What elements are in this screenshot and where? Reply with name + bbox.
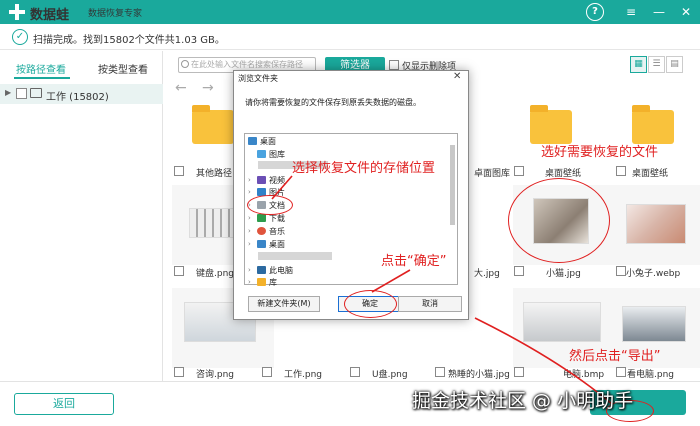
annotation-click-ok: 点击“确定” bbox=[381, 254, 447, 269]
annotation-pick-files: 选好需要恢复的文件 bbox=[541, 145, 659, 160]
watermark: 掘金技术社区 @ 小明助手 bbox=[412, 390, 634, 412]
annotation-click-export: 然后点击“导出” bbox=[569, 349, 661, 364]
annotation-pick-location: 选择恢复文件的存储位置 bbox=[292, 161, 436, 176]
